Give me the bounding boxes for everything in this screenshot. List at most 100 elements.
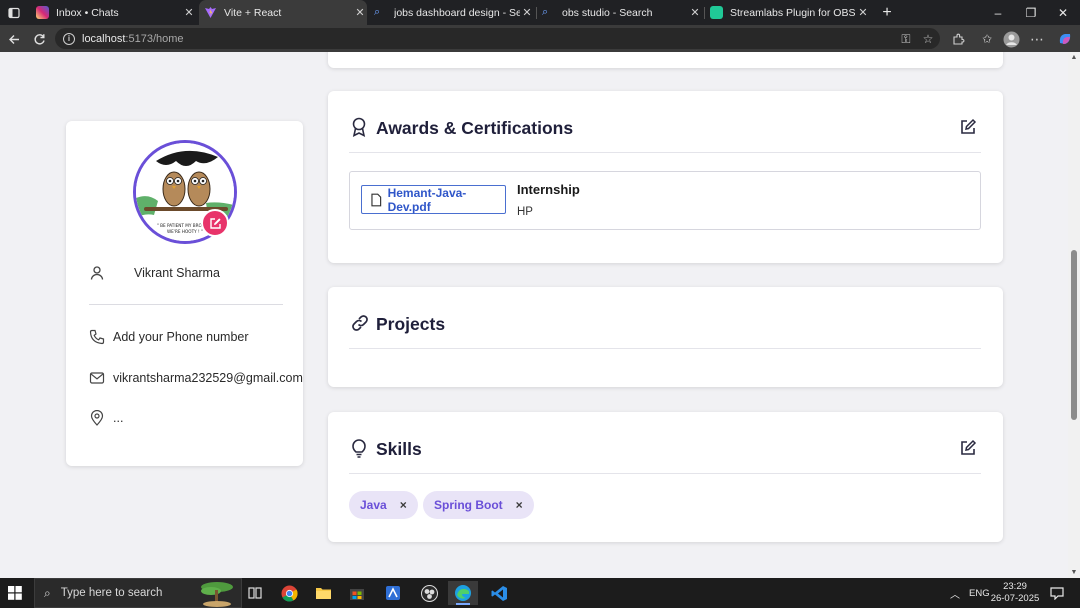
favorites-icon[interactable]: ✩ (977, 29, 997, 49)
close-window-button[interactable]: ✕ (1046, 0, 1080, 25)
lightbulb-icon (352, 439, 366, 458)
instagram-icon (36, 6, 49, 19)
tab-title: Streamlabs Plugin for OBS | Add a (730, 6, 856, 19)
close-tab-icon[interactable]: ✕ (182, 6, 196, 19)
close-tab-icon[interactable]: ✕ (688, 6, 702, 19)
tab-separator (704, 7, 705, 19)
bing-search-icon: ⌕ (374, 6, 381, 18)
remove-skill-icon[interactable]: × (400, 498, 407, 512)
tab-actions-icon[interactable] (0, 0, 28, 25)
scroll-down-icon[interactable]: ▼ (1068, 569, 1080, 576)
remove-skill-icon[interactable]: × (516, 498, 523, 512)
task-view-icon[interactable] (240, 581, 270, 605)
copilot-icon[interactable] (1055, 29, 1075, 49)
app-icon[interactable] (378, 581, 408, 605)
divider (349, 473, 981, 474)
taskbar-search-box[interactable]: ⌕ Type here to search (34, 578, 242, 608)
vite-icon (204, 6, 217, 19)
profile-location-row: ... (89, 410, 123, 426)
address-bar[interactable]: i localhost:5173/home (55, 28, 940, 49)
profile-email: vikrantsharma232529@gmail.com (113, 371, 303, 385)
browser-tab-strip: Inbox • Chats ✕ Vite + React ✕ ⌕ jobs da… (0, 0, 1080, 25)
skill-chip-spring-boot: Spring Boot × (423, 491, 534, 519)
tab-obs-studio[interactable]: ⌕ obs studio - Search ✕ (540, 0, 702, 25)
user-icon (90, 266, 104, 280)
previous-section-card (328, 52, 1003, 68)
clock-date: 26-07-2025 (990, 593, 1040, 604)
document-icon (371, 193, 382, 206)
link-icon (352, 315, 368, 331)
tab-title: Inbox • Chats (56, 6, 119, 19)
key-icon[interactable]: ⚿ (896, 29, 916, 49)
tab-jobs-dashboard[interactable]: ⌕ jobs dashboard design - Search ✕ (372, 0, 534, 25)
close-tab-icon[interactable]: ✕ (856, 6, 870, 19)
extensions-icon[interactable] (948, 29, 968, 49)
tab-streamlabs[interactable]: Streamlabs Plugin for OBS | Add a ✕ (708, 0, 870, 25)
certificate-file-link[interactable]: Hemant-Java-Dev.pdf (361, 185, 506, 214)
award-organization: HP (517, 206, 533, 218)
minimize-button[interactable]: – (981, 0, 1015, 25)
close-tab-icon[interactable]: ✕ (520, 6, 534, 19)
streamlabs-icon (710, 6, 723, 19)
tab-inbox[interactable]: Inbox • Chats ✕ (34, 0, 196, 25)
taskbar-clock[interactable]: 23:29 26-07-2025 (990, 581, 1040, 605)
url-host: localhost (82, 32, 126, 45)
edge-browser-icon[interactable] (448, 581, 478, 605)
microsoft-store-icon[interactable] (342, 581, 372, 605)
projects-title: Projects (376, 314, 446, 334)
tab-title: obs studio - Search (562, 6, 653, 19)
chrome-icon[interactable] (274, 581, 304, 605)
certificate-file-name: Hemant-Java-Dev.pdf (387, 185, 467, 214)
skills-title: Skills (376, 439, 422, 459)
search-icon: ⌕ (44, 585, 51, 600)
search-placeholder: Type here to search (60, 587, 163, 599)
profile-avatar-icon[interactable] (1001, 29, 1021, 49)
edit-awards-icon[interactable] (959, 118, 977, 136)
site-info-icon[interactable]: i (63, 32, 75, 45)
award-ribbon-icon (352, 117, 366, 137)
windows-taskbar: ⌕ Type here to search ︿ ENG 23:29 26-07-… (0, 578, 1080, 608)
skill-chip-java: Java × (349, 491, 418, 519)
clock-time: 23:29 (1003, 581, 1027, 592)
projects-card: Projects (328, 287, 1003, 387)
edit-skills-icon[interactable] (959, 439, 977, 457)
file-explorer-icon[interactable] (308, 581, 338, 605)
restore-button[interactable]: ❐ (1014, 0, 1048, 25)
active-app-indicator (456, 603, 470, 605)
avatar-edit-button[interactable] (201, 209, 229, 237)
back-arrow-icon[interactable] (4, 29, 24, 49)
url-path: :5173/home (125, 32, 184, 45)
profile-name-row: Vikrant Sharma (89, 265, 220, 281)
profile-phone: Add your Phone number (113, 330, 249, 344)
svg-text:WE'RE HOOTY ! ": WE'RE HOOTY ! " (167, 229, 203, 234)
scrollbar-thumb[interactable] (1071, 250, 1077, 420)
new-tab-button[interactable]: + (870, 0, 904, 25)
language-indicator[interactable]: ENG (969, 578, 990, 608)
obs-studio-icon[interactable] (414, 581, 444, 605)
favorite-star-icon[interactable]: ☆ (918, 29, 938, 49)
profile-phone-row[interactable]: Add your Phone number (89, 329, 249, 345)
notification-center-icon[interactable] (1050, 578, 1064, 608)
tab-vite-react[interactable]: Vite + React ✕ (199, 0, 367, 25)
divider (349, 152, 981, 153)
skill-label: Java (360, 498, 387, 512)
award-item: Hemant-Java-Dev.pdf Internship HP (349, 171, 981, 230)
edit-pencil-icon (209, 217, 221, 229)
scroll-up-icon[interactable]: ▲ (1068, 54, 1080, 61)
windows-start-icon[interactable] (8, 586, 22, 600)
refresh-icon[interactable] (29, 29, 49, 49)
profile-card: " BE PATIENT MY BROTHER WE'RE HOOTY ! " … (66, 121, 303, 466)
profile-email-row: vikrantsharma232529@gmail.com (89, 370, 303, 386)
profile-location: ... (113, 411, 124, 425)
close-tab-icon[interactable]: ✕ (353, 6, 367, 19)
phone-icon (89, 329, 105, 345)
page-viewport: " BE PATIENT MY BROTHER WE'RE HOOTY ! " … (0, 52, 1068, 578)
divider (349, 348, 981, 349)
award-title: Internship (517, 182, 580, 197)
show-hidden-icons-icon[interactable]: ︿ (950, 578, 960, 608)
page-scrollbar[interactable]: ▲ ▼ (1068, 52, 1080, 578)
more-menu-icon[interactable]: ⋯ (1027, 29, 1047, 49)
tab-title: Vite + React (224, 6, 282, 19)
location-pin-icon (90, 410, 104, 426)
vscode-icon[interactable] (484, 581, 514, 605)
